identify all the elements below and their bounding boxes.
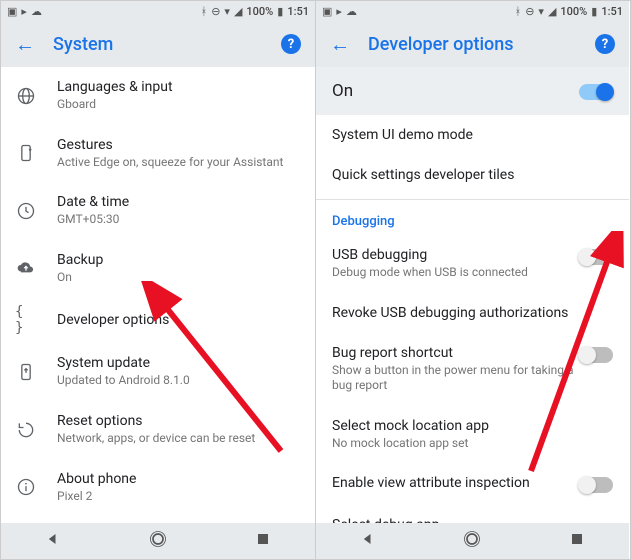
phone-left: ▣ ▸ ☁ ᚼ ⊖ ▾ ◢ 100% ▮ 1:51 ← System ? Lan… (1, 1, 315, 559)
screen-title: Developer options (368, 34, 577, 55)
dev-option-row[interactable]: USB debugging Debug mode when USB is con… (316, 235, 629, 293)
dnd-icon: ⊖ (525, 5, 534, 18)
toggle-switch[interactable] (579, 477, 613, 493)
master-toggle-switch[interactable] (579, 84, 613, 100)
toggle-switch[interactable] (579, 249, 613, 265)
row-subtitle: GMT+05:30 (57, 212, 301, 228)
app-bar: ← Developer options ? (316, 21, 629, 67)
row-title: Gestures (57, 137, 301, 153)
image-icon: ▣ (322, 5, 332, 18)
row-title: Date & time (57, 194, 301, 210)
globe-icon (15, 85, 37, 107)
dev-option-row[interactable]: System UI demo mode (316, 115, 629, 155)
settings-row[interactable]: Date & time GMT+05:30 (1, 182, 315, 240)
signal-icon: ◢ (548, 5, 556, 18)
settings-row[interactable]: Backup On (1, 240, 315, 298)
clock-time: 1:51 (287, 5, 309, 18)
back-icon[interactable]: ← (15, 34, 35, 54)
help-icon[interactable]: ? (595, 34, 615, 54)
row-title: Quick settings developer tiles (332, 167, 613, 183)
row-title: System update (57, 355, 301, 371)
row-title: Bug report shortcut (332, 345, 579, 361)
row-subtitle: Updated to Android 8.1.0 (57, 373, 301, 389)
settings-row[interactable]: About phone Pixel 2 (1, 459, 315, 517)
battery-icon: ▮ (277, 5, 283, 18)
update-icon (15, 361, 37, 383)
dnd-icon: ⊖ (211, 5, 220, 18)
cloud-icon: ☁ (31, 5, 42, 18)
row-subtitle: Network, apps, or device can be reset (57, 431, 301, 447)
screen-title: System (53, 34, 263, 55)
master-toggle-row[interactable]: On (316, 67, 629, 115)
row-title: Enable view attribute inspection (332, 475, 579, 491)
row-title: Languages & input (57, 79, 301, 95)
info-icon (15, 476, 37, 498)
row-title: About phone (57, 471, 301, 487)
battery-pct: 100% (560, 5, 587, 18)
nav-bar (316, 523, 629, 559)
nav-home-icon[interactable] (462, 529, 482, 553)
clock-icon (15, 200, 37, 222)
row-subtitle: No mock location app set (332, 436, 613, 452)
reset-icon (15, 419, 37, 441)
status-bar: ▣ ▸ ☁ ᚼ ⊖ ▾ ◢ 100% ▮ 1:51 (316, 1, 629, 21)
dev-option-row[interactable]: Quick settings developer tiles (316, 155, 629, 195)
settings-row[interactable]: Reset options Network, apps, or device c… (1, 401, 315, 459)
dev-option-row[interactable]: Enable view attribute inspection (316, 463, 629, 505)
row-subtitle: Gboard (57, 97, 301, 113)
toggle-switch[interactable] (579, 347, 613, 363)
row-title: Revoke USB debugging authorizations (332, 305, 613, 321)
backup-icon (15, 258, 37, 280)
help-icon[interactable]: ? (281, 34, 301, 54)
dev-option-row[interactable]: Bug report shortcut Show a button in the… (316, 333, 629, 406)
back-icon[interactable]: ← (330, 34, 350, 54)
nav-bar (1, 523, 315, 559)
play-icon: ▸ (336, 5, 342, 18)
developer-options-list: On System UI demo mode Quick settings dev… (316, 67, 629, 523)
bluetooth-icon: ᚼ (515, 5, 522, 18)
settings-row[interactable]: System update Updated to Android 8.1.0 (1, 343, 315, 401)
phone-right: ▣ ▸ ☁ ᚼ ⊖ ▾ ◢ 100% ▮ 1:51 ← Developer op… (315, 1, 629, 559)
nav-back-icon[interactable] (43, 529, 63, 553)
row-subtitle: Debug mode when USB is connected (332, 265, 579, 281)
settings-row[interactable]: { } Developer options (1, 297, 315, 343)
settings-row[interactable]: Languages & input Gboard (1, 67, 315, 125)
dev-option-row[interactable]: Revoke USB debugging authorizations (316, 293, 629, 333)
status-bar: ▣ ▸ ☁ ᚼ ⊖ ▾ ◢ 100% ▮ 1:51 (1, 1, 315, 21)
wifi-icon: ▾ (224, 5, 230, 18)
nav-recent-icon[interactable] (253, 529, 273, 553)
section-header-debugging: Debugging (316, 200, 629, 235)
braces-icon: { } (15, 309, 37, 331)
signal-icon: ◢ (234, 5, 242, 18)
master-toggle-label: On (332, 81, 579, 101)
row-subtitle: Show a button in the power menu for taki… (332, 363, 579, 394)
clock-time: 1:51 (601, 5, 623, 18)
dev-option-row[interactable]: Select debug app No debug application se… (316, 505, 629, 523)
battery-icon: ▮ (591, 5, 597, 18)
row-title: System UI demo mode (332, 127, 613, 143)
cloud-icon: ☁ (346, 5, 357, 18)
row-title: Backup (57, 252, 301, 268)
nav-back-icon[interactable] (358, 529, 378, 553)
dev-option-row[interactable]: Select mock location app No mock locatio… (316, 406, 629, 464)
row-title: USB debugging (332, 247, 579, 263)
wifi-icon: ▾ (538, 5, 544, 18)
battery-pct: 100% (246, 5, 273, 18)
row-subtitle: Active Edge on, squeeze for your Assista… (57, 155, 301, 171)
image-icon: ▣ (7, 5, 17, 18)
row-subtitle: On (57, 270, 301, 286)
nav-home-icon[interactable] (148, 529, 168, 553)
row-title: Developer options (57, 312, 301, 328)
row-title: Reset options (57, 413, 301, 429)
nav-recent-icon[interactable] (567, 529, 587, 553)
play-icon: ▸ (21, 5, 27, 18)
settings-row[interactable]: Gestures Active Edge on, squeeze for you… (1, 125, 315, 183)
bluetooth-icon: ᚼ (201, 5, 208, 18)
row-subtitle: Pixel 2 (57, 489, 301, 505)
row-title: Select mock location app (332, 418, 613, 434)
settings-list: Languages & input Gboard Gestures Active… (1, 67, 315, 523)
gestures-icon (15, 142, 37, 164)
app-bar: ← System ? (1, 21, 315, 67)
